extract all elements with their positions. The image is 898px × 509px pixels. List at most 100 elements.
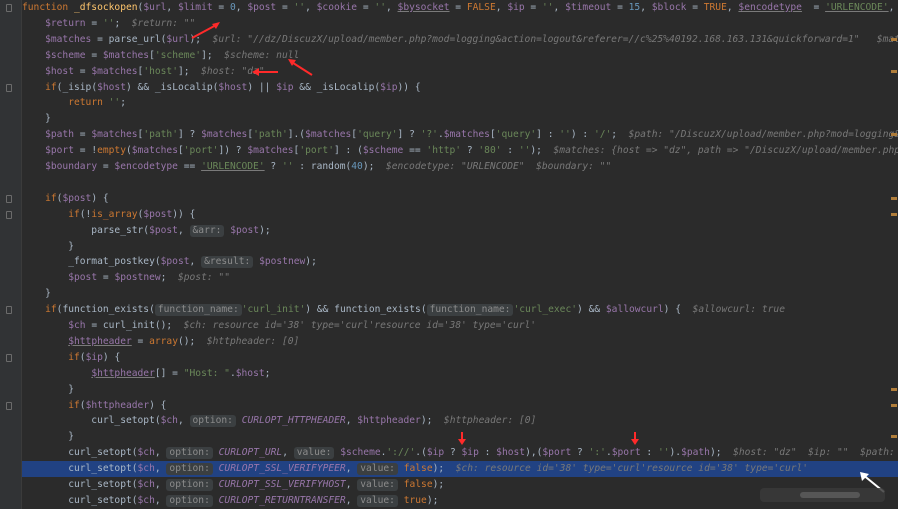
code-token: $ch <box>137 447 155 459</box>
code-token: ? <box>571 447 589 459</box>
code-token: (); <box>177 335 207 347</box>
code-line[interactable]: if(!is_array($post)) { <box>22 207 898 223</box>
code-line[interactable] <box>22 175 898 191</box>
code-line[interactable]: $scheme = $matches['scheme']; $scheme: n… <box>22 48 898 64</box>
code-token: = <box>85 49 103 61</box>
code-line[interactable]: $httpheader[] = "Host: ".$host; <box>22 366 898 382</box>
fold-marker-icon[interactable] <box>6 306 12 315</box>
code-line[interactable]: } <box>22 286 898 302</box>
fold-marker-icon[interactable] <box>6 401 12 410</box>
code-line[interactable]: $ch = curl_init(); $ch: resource id='38'… <box>22 318 898 334</box>
scroll-marker[interactable] <box>891 37 897 41</box>
code-token: _format_postkey( <box>22 256 161 268</box>
code-token: $ip <box>507 2 525 13</box>
code-line[interactable]: curl_setopt($ch, option: CURLOPT_URL, va… <box>22 445 898 461</box>
code-line[interactable]: $host = $matches['host']; $host: "dz" <box>22 64 898 80</box>
code-token: ) { <box>663 304 693 316</box>
code-token: = <box>686 2 704 13</box>
parameter-hint: value: <box>357 463 398 476</box>
code-line[interactable]: return ''; <box>22 95 898 111</box>
scroll-marker[interactable] <box>891 403 897 407</box>
code-line[interactable]: if($ip) { <box>22 350 898 366</box>
code-line[interactable]: $path = $matches['path'] ? $matches['pat… <box>22 127 898 143</box>
code-line[interactable]: $boundary = $encodetype == 'URLENCODE' ?… <box>22 159 898 175</box>
code-token: "Host: " <box>183 367 230 379</box>
code-token: (function_exists( <box>56 304 155 316</box>
code-token: ; <box>264 367 271 379</box>
code-token: curl_setopt( <box>22 479 138 490</box>
code-token: ); <box>709 447 734 459</box>
code-token: $port <box>45 145 74 157</box>
code-line[interactable]: if($httpheader) { <box>22 398 898 414</box>
code-line[interactable]: function _dfsockopen($url, $limit = 0, $… <box>22 0 898 16</box>
code-token: $post <box>68 272 98 284</box>
code-token: } <box>22 288 51 300</box>
code-token: ? <box>444 447 462 459</box>
code-token: '' <box>374 2 386 13</box>
parameter-hint: option: <box>166 494 213 507</box>
code-token: $ip <box>380 81 398 93</box>
code-line[interactable]: $port = !empty($matches['port']) ? $matc… <box>22 143 898 159</box>
parameter-hint: value: <box>293 447 335 460</box>
code-token: 'path' <box>253 129 288 141</box>
fold-marker-icon[interactable] <box>6 194 12 203</box>
scroll-marker[interactable] <box>891 196 897 200</box>
scroll-marker[interactable] <box>891 212 897 216</box>
parameter-hint: function_name: <box>426 304 514 317</box>
code-token: CURLOPT_RETURNTRANSFER <box>218 494 346 506</box>
code-token: $ip <box>426 447 445 459</box>
scroll-marker[interactable] <box>891 133 897 137</box>
scroll-marker[interactable] <box>891 435 897 439</box>
code-line[interactable]: if($post) { <box>22 191 898 207</box>
code-token: $postnew <box>259 256 306 268</box>
code-line[interactable]: curl_setopt($ch, option: CURLOPT_HTTPHEA… <box>22 413 898 429</box>
code-token: ),( <box>525 447 543 459</box>
code-line[interactable]: $return = ''; $return: "" <box>22 16 898 32</box>
code-token: = <box>97 272 115 284</box>
code-token: $port <box>611 447 641 459</box>
code-line[interactable]: $httpheader = array(); $httpheader: [0] <box>22 334 898 350</box>
code-token: , <box>345 479 358 490</box>
code-token: ); <box>420 415 444 427</box>
scroll-marker[interactable] <box>891 387 897 391</box>
code-line[interactable]: curl_setopt($ch, option: CURLOPT_SSL_VER… <box>22 461 898 478</box>
code-token: parse_str( <box>22 224 150 236</box>
code-token: $ch <box>137 479 155 490</box>
code-line[interactable]: } <box>22 111 898 127</box>
editor-gutter[interactable] <box>0 0 21 509</box>
code-token: $post <box>62 192 92 204</box>
code-token: array <box>149 335 178 347</box>
code-line[interactable]: $post = $postnew; $post: "" <box>22 270 898 286</box>
code-line[interactable]: if(function_exists(function_name:'curl_i… <box>22 302 898 318</box>
code-line[interactable]: } <box>22 382 898 398</box>
code-token: ) || <box>247 81 277 93</box>
code-line[interactable]: if(_isip($host) && _isLocalip($host) || … <box>22 80 898 96</box>
code-token: $ip <box>461 447 479 459</box>
code-token: = curl_init(); <box>85 320 184 331</box>
code-line[interactable]: $matches = parse_url($url); $url: "//dz/… <box>22 32 898 48</box>
code-token: 'curl_init' <box>241 304 306 316</box>
code-token: curl_setopt( <box>22 415 161 427</box>
code-line[interactable]: parse_str($post, &arr: $post); <box>22 223 898 239</box>
fold-marker-icon[interactable] <box>6 353 12 362</box>
code-line[interactable]: _format_postkey($post, &result: $postnew… <box>22 254 898 270</box>
code-token: '?' <box>420 129 438 141</box>
code-token: (! <box>79 208 92 220</box>
fold-marker-icon[interactable] <box>6 210 12 219</box>
code-token: ; <box>160 272 178 284</box>
fold-marker-icon[interactable] <box>6 4 12 12</box>
code-token: $ch <box>137 463 155 475</box>
code-token: ].( <box>287 129 306 141</box>
code-token: FALSE <box>466 2 496 13</box>
code-line[interactable]: } <box>22 239 898 255</box>
code-token: $bysocket <box>397 2 450 13</box>
fold-marker-icon[interactable] <box>6 83 12 92</box>
scroll-marker[interactable] <box>891 69 897 73</box>
